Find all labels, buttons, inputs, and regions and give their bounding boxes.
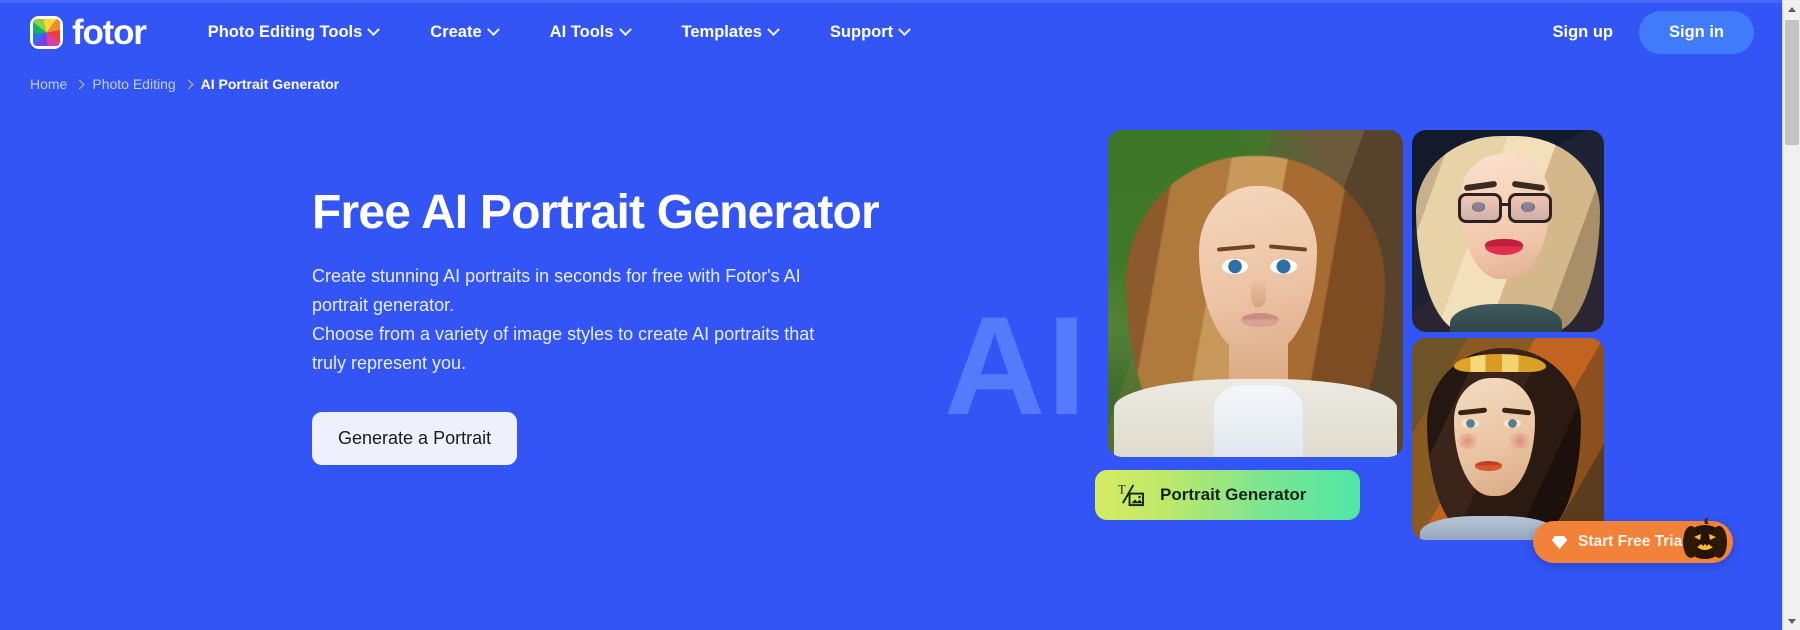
chevron-right-icon [183, 79, 194, 89]
chevron-down-icon [486, 22, 500, 36]
scrollbar-thumb[interactable] [1785, 20, 1799, 145]
gem-icon [1551, 535, 1568, 549]
site-header: fotor Photo Editing Tools Create AI Tool… [0, 0, 1782, 64]
fotor-logo[interactable]: fotor [30, 12, 147, 52]
breadcrumb-item-photo-editing[interactable]: Photo Editing [92, 76, 175, 92]
scroll-up-arrow-icon [1788, 6, 1796, 12]
nav-label: Templates [681, 22, 762, 41]
jack-o-lantern-pumpkin-icon [1683, 517, 1727, 559]
hero-copy: Free AI Portrait Generator Create stunni… [312, 186, 880, 466]
ai-watermark-text: AI [944, 287, 1088, 444]
text-to-image-icon: T [1118, 483, 1144, 506]
vertical-scrollbar[interactable] [1782, 0, 1800, 630]
sign-in-button[interactable]: Sign in [1639, 10, 1754, 54]
logo-wordmark: fotor [72, 12, 147, 52]
nav-item-create[interactable]: Create [404, 13, 523, 52]
scroll-up-button[interactable] [1783, 0, 1800, 18]
breadcrumb: Home Photo Editing AI Portrait Generator [30, 76, 339, 92]
nav-label: Create [430, 22, 482, 41]
chevron-right-icon [74, 79, 85, 89]
portrait-image-secondary[interactable] [1412, 130, 1604, 332]
badge-label: Portrait Generator [1160, 485, 1307, 504]
breadcrumb-item-current: AI Portrait Generator [200, 76, 340, 92]
scroll-down-arrow-icon [1788, 618, 1796, 624]
hero-description-line: Choose from a variety of image styles to… [312, 324, 815, 345]
breadcrumb-item-home[interactable]: Home [30, 76, 67, 92]
hero-description-line: portrait generator. [312, 294, 455, 315]
portrait-image-tertiary[interactable] [1412, 338, 1604, 540]
sign-up-link[interactable]: Sign up [1539, 14, 1628, 51]
scroll-down-button[interactable] [1783, 612, 1800, 630]
nav-label: Support [829, 22, 894, 41]
nav-label: AI Tools [549, 22, 614, 41]
chevron-down-icon [618, 22, 632, 36]
chevron-down-icon [898, 22, 912, 36]
chevron-down-icon [367, 22, 381, 36]
nav-label: Photo Editing Tools [207, 22, 363, 41]
hero-description-line: Create stunning AI portraits in seconds … [312, 265, 801, 286]
hero-description-line: truly represent you. [312, 353, 467, 374]
nav-item-support[interactable]: Support [804, 13, 935, 52]
portrait-generator-badge[interactable]: T Portrait Generator [1095, 470, 1360, 520]
hero-description: Create stunning AI portraits in seconds … [312, 262, 857, 379]
page-root: fotor Photo Editing Tools Create AI Tool… [0, 0, 1800, 630]
trial-label: Start Free Trial [1578, 533, 1687, 550]
header-actions: Sign up Sign in [1539, 10, 1754, 54]
portrait-image-primary[interactable] [1108, 130, 1403, 457]
generate-portrait-button[interactable]: Generate a Portrait [312, 412, 518, 466]
chevron-down-icon [767, 22, 780, 36]
fotor-pinwheel-icon [30, 15, 63, 49]
nav-item-photo-editing-tools[interactable]: Photo Editing Tools [182, 13, 405, 52]
nav-item-ai-tools[interactable]: AI Tools [524, 13, 656, 52]
page-title: Free AI Portrait Generator [312, 186, 880, 239]
svg-text:T: T [1118, 483, 1126, 497]
main-nav: Photo Editing Tools Create AI Tools Temp… [182, 13, 935, 52]
nav-item-templates[interactable]: Templates [656, 13, 804, 52]
